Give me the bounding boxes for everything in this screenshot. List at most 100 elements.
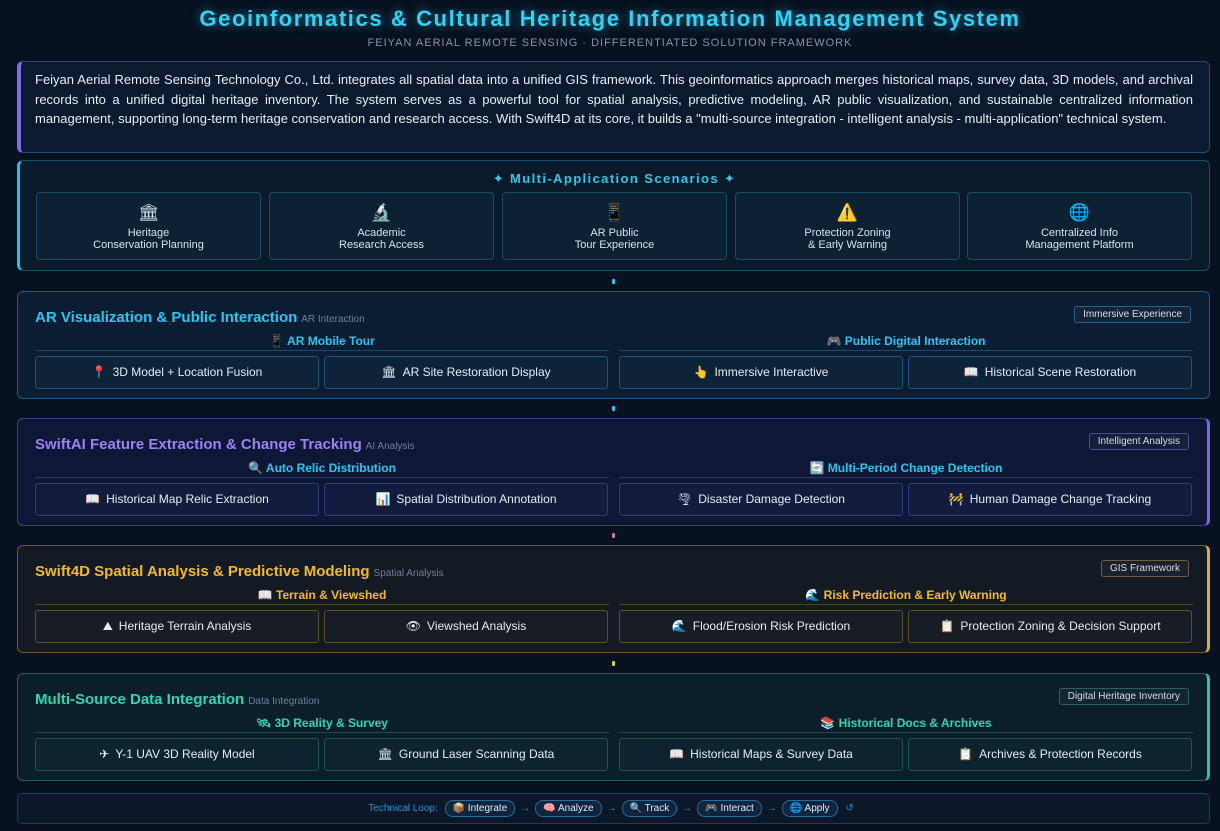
- satellite-icon: 🛰: [256, 716, 272, 730]
- group-label: Risk Prediction & Early Warning: [823, 588, 1007, 602]
- scenario-card-protection[interactable]: ⚠️ Protection Zoning & Early Warning: [735, 192, 960, 260]
- loop-step-label: Track: [644, 803, 670, 814]
- section-swiftai: SwiftAI Feature Extraction & Change Trac…: [17, 418, 1210, 526]
- group-label: 3D Reality & Survey: [274, 716, 388, 730]
- feature-button[interactable]: 🏛 Ground Laser Scanning Data: [324, 738, 608, 771]
- feature-button[interactable]: 👆 Immersive Interactive: [619, 356, 903, 389]
- scenario-card-centralized[interactable]: 🌐 Centralized Info Management Platform: [967, 192, 1192, 260]
- phone-icon: 📱: [603, 203, 626, 222]
- feature-button[interactable]: ✈ Y-1 UAV 3D Reality Model: [35, 738, 319, 771]
- scenario-line1: Protection Zoning: [804, 227, 891, 239]
- group-header-left: 🛰 3D Reality & Survey: [35, 716, 609, 733]
- pin-icon: 📍: [91, 365, 107, 379]
- scenario-line1: Centralized Info: [1040, 227, 1119, 239]
- scenario-line1: Academic: [357, 227, 406, 239]
- connector-dot: [612, 533, 615, 538]
- magnifier-icon: 🔍: [629, 803, 642, 814]
- feature-label: Heritage Terrain Analysis: [118, 619, 252, 633]
- feature-label: Disaster Damage Detection: [698, 492, 845, 506]
- feature-button[interactable]: 🌪 Disaster Damage Detection: [619, 483, 903, 516]
- feature-button[interactable]: 🏛 AR Site Restoration Display: [324, 356, 608, 389]
- section-badge: Immersive Experience: [1074, 306, 1191, 323]
- section-tag: AI Analysis: [365, 441, 415, 452]
- loop-step-analyze[interactable]: 🧠 Analyze: [535, 800, 602, 817]
- scenario-line2: Tour Experience: [574, 239, 655, 251]
- bar-chart-icon: 📊: [375, 492, 391, 506]
- globe-icon: 🌐: [789, 803, 803, 814]
- connector-dot: [612, 406, 615, 411]
- feature-label: Protection Zoning & Decision Support: [960, 619, 1161, 633]
- group-header-right: 🌊 Risk Prediction & Early Warning: [619, 588, 1193, 605]
- feature-button[interactable]: 📖 Historical Scene Restoration: [908, 356, 1192, 389]
- feature-label: Y-1 UAV 3D Reality Model: [115, 747, 255, 761]
- loop-step-integrate[interactable]: 📦 Integrate: [444, 800, 516, 817]
- intro-panel: Feiyan Aerial Remote Sensing Technology …: [17, 61, 1210, 153]
- group-label: Historical Docs & Archives: [838, 716, 992, 730]
- loop-step-label: Apply: [804, 803, 830, 814]
- brain-icon: 🧠: [543, 803, 556, 814]
- feature-button[interactable]: 📋 Protection Zoning & Decision Support: [908, 610, 1192, 643]
- airplane-icon: ✈: [99, 747, 110, 761]
- feature-button[interactable]: 🚧 Human Damage Change Tracking: [908, 483, 1192, 516]
- scenario-line2: Management Platform: [1025, 239, 1134, 251]
- connector-dot: [612, 279, 615, 284]
- wave-icon: 🌊: [671, 619, 687, 633]
- feature-label: Human Damage Change Tracking: [969, 492, 1152, 506]
- map-book-icon: 📖: [85, 492, 101, 506]
- group-label: Auto Relic Distribution: [265, 461, 396, 475]
- clipboard-icon: 📋: [939, 619, 955, 633]
- feature-label: Viewshed Analysis: [427, 619, 527, 633]
- loop-step-track[interactable]: 🔍 Track: [621, 800, 678, 817]
- museum-icon: 🏛: [377, 747, 393, 761]
- book-icon: 📖: [963, 365, 979, 379]
- feature-button[interactable]: 📖 Historical Map Relic Extraction: [35, 483, 319, 516]
- loop-step-apply[interactable]: 🌐 Apply: [781, 800, 838, 817]
- section-swift4d: Swift4D Spatial Analysis & Predictive Mo…: [17, 545, 1210, 653]
- feature-button[interactable]: ⛰ Heritage Terrain Analysis: [35, 610, 319, 643]
- gamepad-icon: 🎮: [705, 803, 718, 814]
- feature-button[interactable]: 📋 Archives & Protection Records: [908, 738, 1192, 771]
- feature-button[interactable]: 👁 Viewshed Analysis: [324, 610, 608, 643]
- museum-icon: 🏛: [381, 365, 397, 379]
- feature-button[interactable]: 📊 Spatial Distribution Annotation: [324, 483, 608, 516]
- feature-label: 3D Model + Location Fusion: [112, 365, 263, 379]
- group-label: AR Mobile Tour: [287, 334, 375, 348]
- feature-label: Ground Laser Scanning Data: [398, 747, 555, 761]
- tornado-icon: 🌪: [677, 492, 693, 506]
- arrow-icon: →: [606, 803, 617, 814]
- scenario-card-heritage[interactable]: 🏛 Heritage Conservation Planning: [36, 192, 261, 260]
- group-header-left: 📖 Terrain & Viewshed: [35, 588, 609, 605]
- feature-button[interactable]: 🌊 Flood/Erosion Risk Prediction: [619, 610, 903, 643]
- page-subtitle: FEIYAN AERIAL REMOTE SENSING · DIFFERENT…: [367, 37, 853, 49]
- cycle-icon: ↺: [845, 803, 854, 814]
- scenario-card-ar-public[interactable]: 📱 AR Public Tour Experience: [502, 192, 727, 260]
- group-header-right: 📚 Historical Docs & Archives: [619, 716, 1193, 733]
- group-header-left: 📱 AR Mobile Tour: [35, 334, 609, 351]
- feature-button[interactable]: 📍 3D Model + Location Fusion: [35, 356, 319, 389]
- scenario-line2: Conservation Planning: [93, 239, 204, 251]
- scenarios-title: ✦ Multi-Application Scenarios ✦: [492, 171, 737, 186]
- package-icon: 📦: [452, 803, 466, 814]
- scenario-line2: & Early Warning: [807, 239, 888, 251]
- section-badge: GIS Framework: [1100, 560, 1189, 577]
- feature-label: Historical Maps & Survey Data: [690, 747, 853, 761]
- section-title: Swift4D Spatial Analysis & Predictive Mo…: [35, 563, 444, 580]
- barrier-icon: 🚧: [948, 492, 964, 506]
- museum-icon: 🏛: [137, 203, 160, 222]
- technical-loop-bar: Technical Loop: 📦 Integrate → 🧠 Analyze → 🔍 …: [17, 793, 1210, 824]
- section-title-text: Swift4D Spatial Analysis & Predictive Mo…: [35, 563, 370, 580]
- book-icon: 📖: [257, 588, 273, 602]
- feature-button[interactable]: 📖 Historical Maps & Survey Data: [619, 738, 903, 771]
- mountain-icon: ⛰: [102, 619, 113, 633]
- scenario-card-academic[interactable]: 🔬 Academic Research Access: [269, 192, 494, 260]
- loop-step-interact[interactable]: 🎮 Interact: [697, 800, 762, 817]
- section-title: AR Visualization & Public Interaction AR …: [35, 309, 365, 326]
- connector-dot: [612, 661, 615, 666]
- feature-label: Immersive Interactive: [714, 365, 829, 379]
- feature-label: Archives & Protection Records: [979, 747, 1142, 761]
- loop-step-label: Integrate: [467, 803, 508, 814]
- arrow-icon: →: [520, 803, 531, 814]
- section-multi-source: Multi-Source Data Integration Data Integr…: [17, 673, 1210, 781]
- magnifier-icon: 🔍: [248, 461, 264, 475]
- section-tag: Spatial Analysis: [373, 568, 444, 579]
